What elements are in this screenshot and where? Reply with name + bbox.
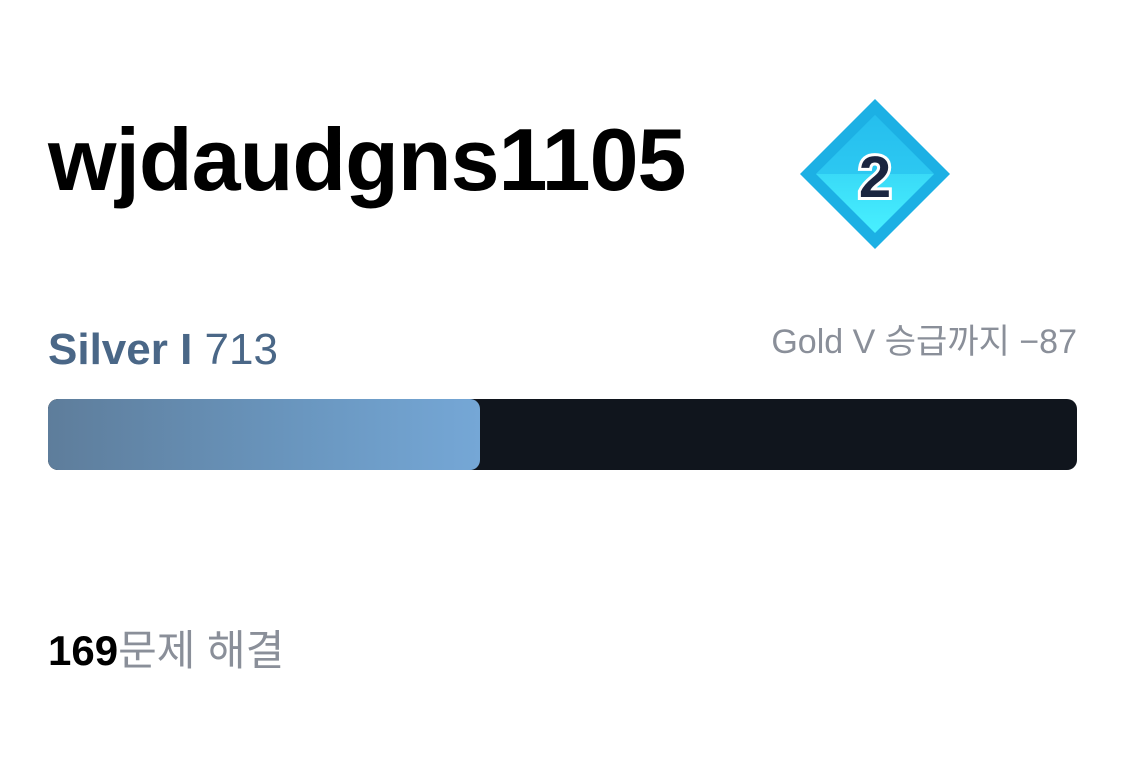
promotion-remaining: Gold V 승급까지 −87	[771, 323, 1077, 361]
rank-rating: 713	[204, 325, 278, 374]
solved-summary: 169문제 해결	[48, 627, 285, 674]
badge-level: 2	[859, 145, 891, 210]
tier-badge-icon: 2	[800, 99, 950, 249]
username: wjdaudgns1105	[48, 110, 686, 209]
rank-line: Silver I 713	[48, 325, 278, 374]
solved-count: 169	[48, 627, 119, 674]
rating-progress-bar	[48, 399, 1077, 470]
rank-tier: Silver I	[48, 325, 193, 374]
solved-label: 문제 해결	[118, 627, 285, 674]
rating-progress-fill	[48, 399, 481, 470]
